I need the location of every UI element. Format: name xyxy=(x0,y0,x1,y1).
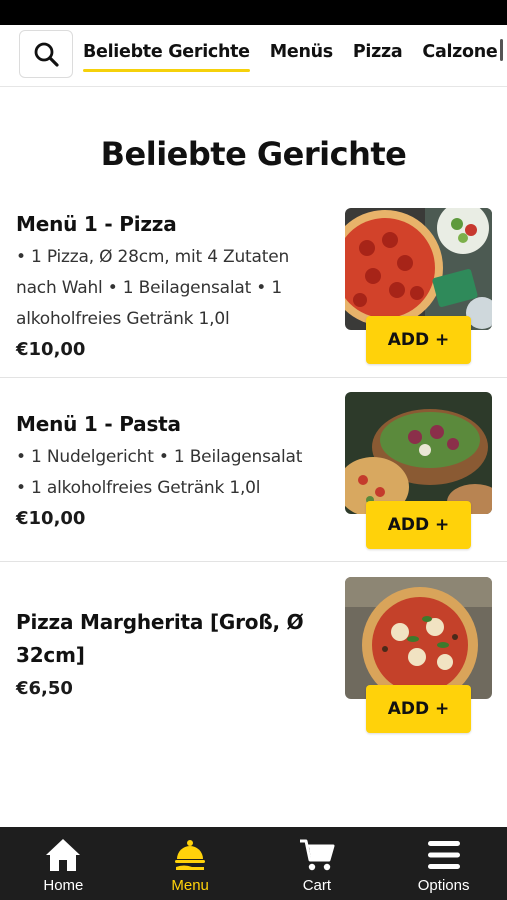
serving-cloche-icon xyxy=(175,840,206,870)
category-tabs: Beliebte Gerichte Menüs Pizza Calzone xyxy=(83,25,507,86)
tab-pizza[interactable]: Pizza xyxy=(353,25,403,86)
home-icon xyxy=(46,839,81,871)
item-description: • 1 Nudelgericht • 1 Beilagensalat • 1 a… xyxy=(16,447,303,498)
item-image[interactable] xyxy=(345,392,492,514)
item-name: Menü 1 - Pizza xyxy=(16,212,177,236)
section-title: Beliebte Gerichte xyxy=(100,135,407,173)
add-button[interactable]: ADD + xyxy=(366,501,471,549)
tab-beliebte-gerichte[interactable]: Beliebte Gerichte xyxy=(83,25,250,86)
nav-label: Menu xyxy=(171,877,209,894)
nav-cart[interactable]: Cart xyxy=(254,827,381,900)
cart-icon xyxy=(299,839,335,871)
nav-label: Home xyxy=(43,877,84,894)
status-bar xyxy=(0,0,507,25)
search-button[interactable] xyxy=(19,30,73,78)
menu-item: Pizza Margherita [Groß, Ø 32cm] €6,50 AD… xyxy=(0,562,507,750)
nav-home[interactable]: Home xyxy=(0,827,127,900)
nav-label: Cart xyxy=(302,877,332,894)
nav-label: Options xyxy=(417,877,470,894)
item-image[interactable] xyxy=(345,577,492,699)
bottom-nav: Home Menu Cart Options xyxy=(0,827,507,900)
item-image[interactable] xyxy=(345,208,492,330)
nav-menu[interactable]: Menu xyxy=(127,827,254,900)
tab-calzone[interactable]: Calzone xyxy=(422,25,497,86)
nav-options[interactable]: Options xyxy=(380,827,507,900)
hamburger-menu-icon xyxy=(427,841,460,869)
scrollbar[interactable] xyxy=(500,39,503,61)
item-name: Menü 1 - Pasta xyxy=(16,412,181,436)
item-price: €10,00 xyxy=(16,339,86,360)
tab-menues[interactable]: Menüs xyxy=(270,25,333,86)
item-price: €10,00 xyxy=(16,508,86,529)
menu-item: Menü 1 - Pizza • 1 Pizza, Ø 28cm, mit 4 … xyxy=(0,190,507,378)
search-icon xyxy=(34,42,59,67)
item-name: Pizza Margherita [Groß, Ø 32cm] xyxy=(16,610,304,667)
item-price: €6,50 xyxy=(16,678,73,699)
item-description: • 1 Pizza, Ø 28cm, mit 4 Zutaten nach Wa… xyxy=(16,247,290,329)
add-button[interactable]: ADD + xyxy=(366,316,471,364)
category-nav: Beliebte Gerichte Menüs Pizza Calzone xyxy=(0,25,507,87)
add-button[interactable]: ADD + xyxy=(366,685,471,733)
menu-item: Menü 1 - Pasta • 1 Nudelgericht • 1 Beil… xyxy=(0,378,507,562)
